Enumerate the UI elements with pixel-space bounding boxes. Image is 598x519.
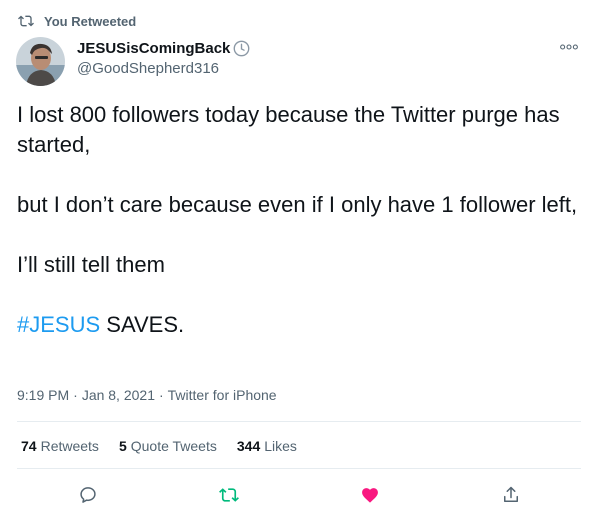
tweet-paragraph-closing: #JESUS SAVES. xyxy=(17,310,587,340)
meta-separator: · xyxy=(158,387,164,403)
quote-tweets-count: 5 xyxy=(118,438,127,454)
tweet-date[interactable]: Jan 8, 2021 xyxy=(82,387,155,403)
tweet-source[interactable]: Twitter for iPhone xyxy=(168,387,277,403)
more-icon xyxy=(560,44,578,50)
quote-tweets-label: Quote Tweets xyxy=(130,438,217,454)
clock-icon xyxy=(233,40,250,56)
like-button[interactable] xyxy=(358,483,382,507)
divider xyxy=(17,468,581,469)
handle[interactable]: @GoodShepherd316 xyxy=(77,60,250,77)
tweet-meta: 9:19 PM · Jan 8, 2021 · Twitter for iPho… xyxy=(17,387,277,403)
share-icon xyxy=(504,486,518,502)
tweet-paragraph: I’ll still tell them xyxy=(17,252,165,277)
retweets-stat[interactable]: 74 Retweets xyxy=(21,438,99,454)
retweet-icon xyxy=(219,488,239,502)
retweet-button[interactable] xyxy=(217,483,241,507)
reply-icon xyxy=(80,487,96,503)
retweet-icon xyxy=(18,15,34,27)
retweets-count: 74 xyxy=(21,438,37,454)
quote-tweets-stat[interactable]: 5 Quote Tweets xyxy=(119,438,217,454)
retweet-banner: You Retweeted xyxy=(18,12,136,30)
avatar[interactable] xyxy=(16,37,65,86)
engagement-stats: 74 Retweets 5 Quote Tweets 344 Likes xyxy=(21,438,297,454)
tweet-time[interactable]: 9:19 PM xyxy=(17,387,69,403)
retweet-banner-text: You Retweeted xyxy=(44,13,137,29)
tweet-text: I lost 800 followers today because the T… xyxy=(17,100,587,340)
display-name[interactable]: JESUSisComingBack xyxy=(77,40,230,57)
tweet-paragraph: I lost 800 followers today because the T… xyxy=(17,102,560,157)
likes-stat[interactable]: 344 Likes xyxy=(237,438,297,454)
action-bar xyxy=(0,475,598,515)
likes-label: Likes xyxy=(264,438,297,454)
more-options-button[interactable] xyxy=(558,40,580,54)
retweets-label: Retweets xyxy=(40,438,99,454)
divider xyxy=(17,421,581,422)
likes-count: 344 xyxy=(236,438,261,454)
share-button[interactable] xyxy=(499,483,523,507)
tweet-paragraph: but I don’t care because even if I only … xyxy=(17,192,578,217)
reply-button[interactable] xyxy=(76,483,100,507)
like-icon xyxy=(362,488,378,503)
meta-separator: · xyxy=(73,387,78,403)
author-block: JESUSisComingBack @GoodShepherd316 xyxy=(77,38,250,77)
tweet-closing-text: SAVES. xyxy=(100,312,185,337)
hashtag-link[interactable]: #JESUS xyxy=(17,312,100,337)
